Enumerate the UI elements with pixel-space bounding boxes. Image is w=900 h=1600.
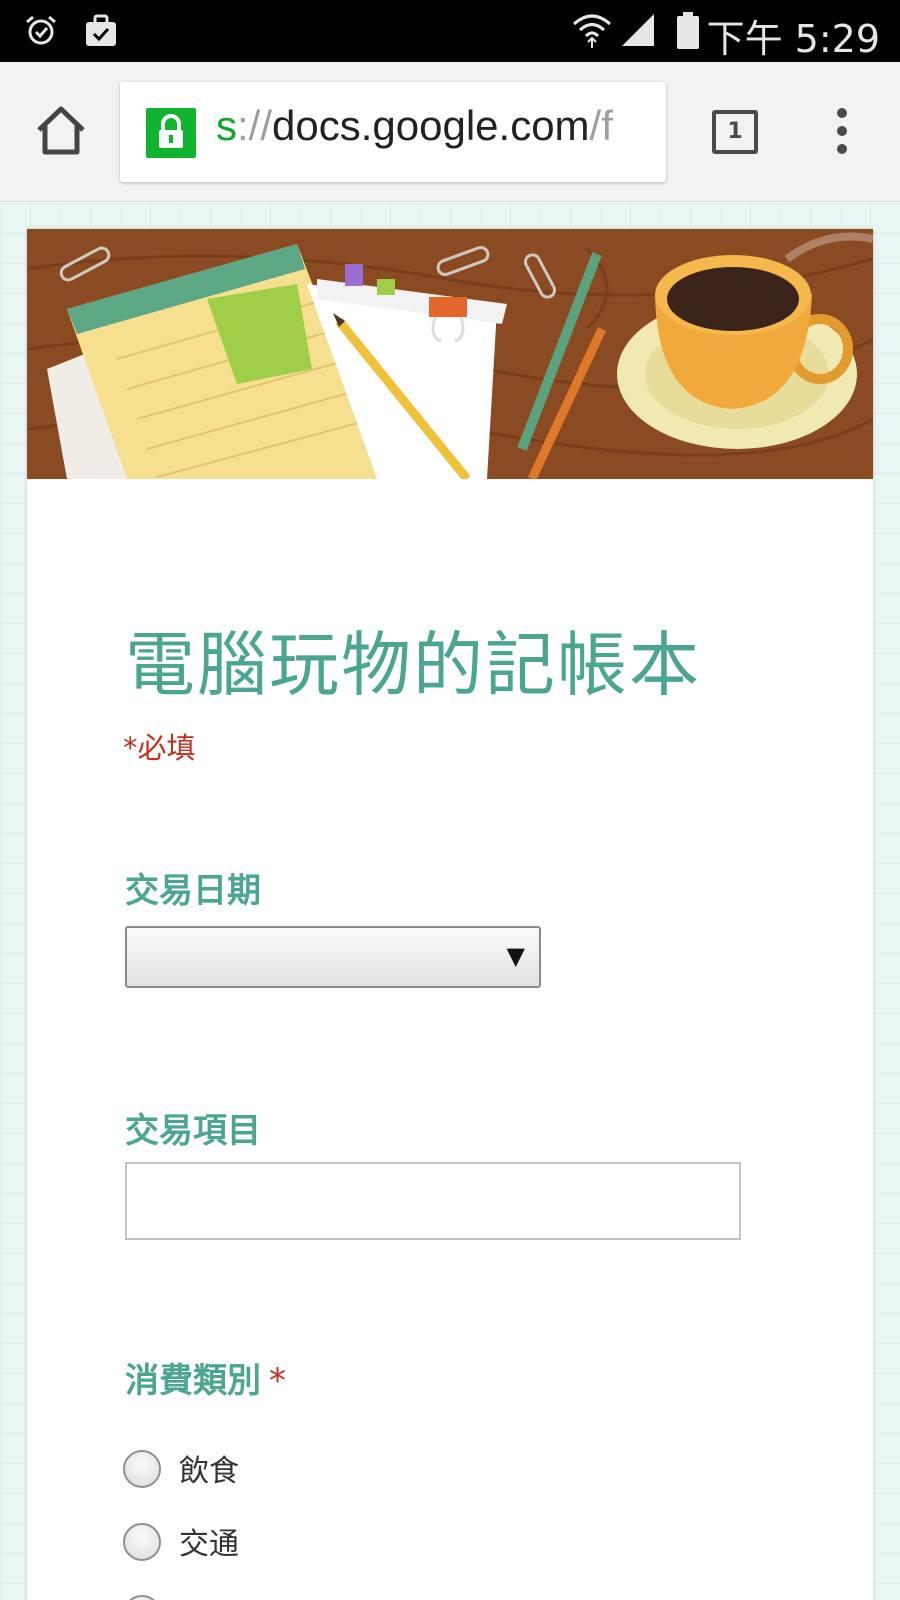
radio-button[interactable] xyxy=(123,1450,161,1488)
required-star: * xyxy=(269,1361,286,1401)
url-host: docs.google.com xyxy=(272,102,590,149)
dropdown-arrow-icon: ▼ xyxy=(506,942,525,970)
radio-button[interactable] xyxy=(123,1523,161,1561)
url-text: s://docs.google.com/f xyxy=(216,102,613,150)
question-label-item: 交易項目 xyxy=(125,1111,261,1151)
question-label-date: 交易日期 xyxy=(125,871,261,911)
question-label-category-text: 消費類別 xyxy=(125,1361,261,1401)
alarm-icon xyxy=(26,15,56,45)
wifi-icon xyxy=(573,14,611,48)
status-clock: 下午 5:29 xyxy=(706,17,880,61)
question-label-category: 消費類別 * xyxy=(125,1353,286,1402)
battery-icon xyxy=(677,12,699,49)
transaction-item-input[interactable] xyxy=(125,1162,741,1240)
overflow-menu-icon[interactable] xyxy=(830,106,854,156)
lock-icon xyxy=(146,108,196,158)
date-select[interactable]: ▼ xyxy=(125,926,541,988)
radio-option-label: 飲食 xyxy=(179,1454,239,1489)
url-path: /f xyxy=(589,102,613,149)
radio-button[interactable] xyxy=(123,1595,161,1600)
url-separator: :// xyxy=(237,102,273,149)
work-profile-icon xyxy=(86,14,116,46)
radio-option-label: 交通 xyxy=(179,1527,239,1562)
browser-toolbar: s://docs.google.com/f 1 xyxy=(0,62,900,202)
tab-switcher-button[interactable]: 1 xyxy=(712,110,758,154)
home-icon[interactable] xyxy=(34,104,88,158)
required-note: *必填 xyxy=(123,731,196,765)
form-title: 電腦玩物的記帳本 xyxy=(125,624,701,706)
cell-signal-icon xyxy=(622,14,654,46)
form-header-image xyxy=(27,229,873,479)
status-bar: 下午 5:29 xyxy=(0,0,900,62)
url-scheme: s xyxy=(216,102,237,149)
address-bar[interactable]: s://docs.google.com/f xyxy=(120,82,666,182)
form-card: 電腦玩物的記帳本 *必填 交易日期 ▼ 交易項目 消費類別* 飲食 交通 娛樂 xyxy=(27,229,873,1600)
radio-option-label: 娛樂 xyxy=(179,1591,239,1600)
